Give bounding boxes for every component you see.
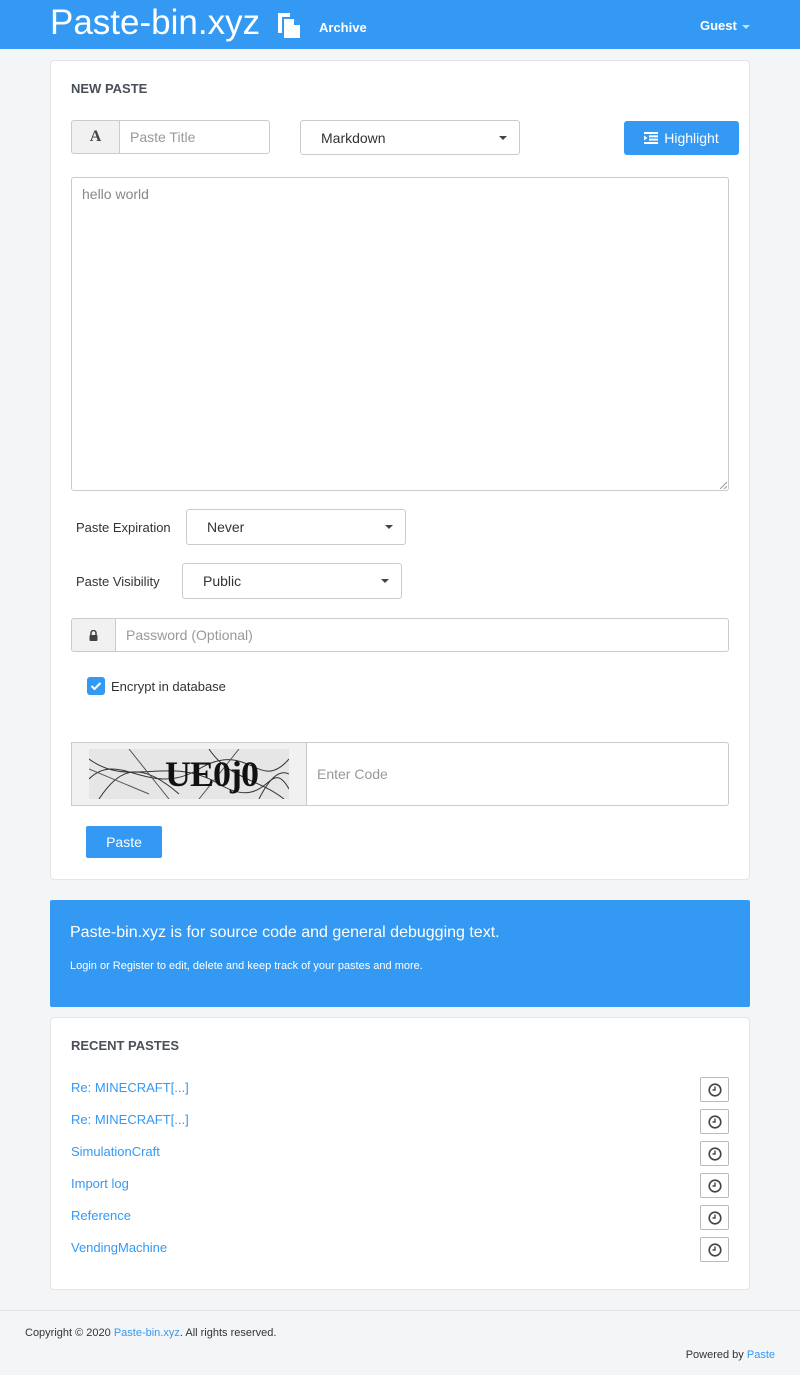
site-brand[interactable]: Paste-bin.xyz xyxy=(50,2,260,44)
recent-paste-time-button[interactable] xyxy=(700,1173,729,1198)
highlight-button[interactable]: Highlight xyxy=(624,121,739,155)
recent-paste-link[interactable]: Re: MINECRAFT[...] xyxy=(71,1080,189,1095)
chevron-down-icon xyxy=(499,135,507,140)
submit-paste-label: Paste xyxy=(106,834,142,850)
recent-paste-time-button[interactable] xyxy=(700,1141,729,1166)
recent-pastes-panel: RECENT PASTES Re: MINECRAFT[...] Re: MIN… xyxy=(50,1017,750,1290)
paste-title-placeholder: Paste Title xyxy=(130,129,196,145)
copyright-suffix: . All rights reserved. xyxy=(179,1327,277,1339)
clock-icon xyxy=(707,1242,722,1257)
new-paste-heading: NEW PASTE xyxy=(71,81,148,96)
footer-powered-by: Powered by Paste xyxy=(686,1349,775,1361)
recent-paste-link[interactable]: VendingMachine xyxy=(71,1240,167,1255)
title-addon: A xyxy=(71,120,120,154)
recent-paste-link[interactable]: Reference xyxy=(71,1208,131,1223)
password-addon xyxy=(71,618,116,652)
recent-paste-time-button[interactable] xyxy=(700,1077,729,1102)
font-icon: A xyxy=(89,128,102,145)
footer-copyright: Copyright © 2020 Paste-bin.xyz. All righ… xyxy=(25,1327,276,1339)
password-placeholder: Password (Optional) xyxy=(126,627,253,643)
captcha-image[interactable]: UE0j0 xyxy=(89,749,289,799)
visibility-selected: Public xyxy=(203,573,242,589)
clock-icon xyxy=(707,1146,722,1161)
encrypt-checkbox[interactable] xyxy=(87,677,105,695)
footer-paste-link[interactable]: Paste xyxy=(747,1349,775,1361)
captcha-addon: UE0j0 xyxy=(71,742,307,806)
guest-dropdown[interactable]: Guest xyxy=(700,18,750,33)
password-input[interactable]: Password (Optional) xyxy=(115,618,729,652)
recent-paste-link[interactable]: Re: MINECRAFT[...] xyxy=(71,1112,189,1127)
recent-paste-time-button[interactable] xyxy=(700,1205,729,1230)
chevron-down-icon xyxy=(381,579,389,583)
chevron-down-icon xyxy=(385,525,393,529)
paste-content-text: hello world xyxy=(82,186,149,202)
footer: Copyright © 2020 Paste-bin.xyz. All righ… xyxy=(0,1310,800,1375)
paste-title-input[interactable]: Paste Title xyxy=(119,120,270,154)
clock-icon xyxy=(707,1210,722,1225)
new-paste-panel: NEW PASTE A Paste Title Markdown Highlig… xyxy=(50,60,750,880)
expiration-label: Paste Expiration xyxy=(76,520,171,535)
expiration-select[interactable]: Never xyxy=(186,509,406,545)
info-headline: Paste-bin.xyz is for source code and gen… xyxy=(70,924,500,941)
visibility-label: Paste Visibility xyxy=(76,574,160,589)
expiration-selected: Never xyxy=(207,519,245,535)
clock-icon xyxy=(707,1114,722,1129)
guest-label: Guest xyxy=(700,18,737,33)
captcha-placeholder: Enter Code xyxy=(317,766,388,782)
indent-icon xyxy=(644,132,659,144)
paste-content-textarea[interactable]: hello world xyxy=(71,177,729,491)
recent-paste-link[interactable]: Import log xyxy=(71,1176,129,1191)
recent-paste-link[interactable]: SimulationCraft xyxy=(71,1144,160,1159)
encrypt-label[interactable]: Encrypt in database xyxy=(111,679,226,694)
syntax-select[interactable]: Markdown xyxy=(300,120,520,155)
navbar: Paste-bin.xyz Archive Guest xyxy=(0,0,800,49)
highlight-label: Highlight xyxy=(664,130,719,146)
lock-icon xyxy=(89,629,98,641)
footer-site-link[interactable]: Paste-bin.xyz xyxy=(114,1327,180,1339)
recent-pastes-heading: RECENT PASTES xyxy=(71,1038,180,1053)
submit-paste-button[interactable]: Paste xyxy=(86,826,162,858)
chevron-down-icon xyxy=(741,24,750,29)
info-banner: Paste-bin.xyz is for source code and gen… xyxy=(50,900,750,1007)
nav-archive-link[interactable]: Archive xyxy=(319,20,367,35)
clipboard-icon xyxy=(278,13,300,38)
powered-prefix: Powered by xyxy=(685,1349,747,1361)
visibility-select[interactable]: Public xyxy=(182,563,402,599)
captcha-input[interactable]: Enter Code xyxy=(306,742,729,806)
checkmark-icon xyxy=(90,682,102,691)
copyright-prefix: Copyright © 2020 xyxy=(25,1327,114,1339)
syntax-selected: Markdown xyxy=(321,129,386,146)
clock-icon xyxy=(707,1082,722,1097)
resize-handle-icon[interactable] xyxy=(719,481,727,489)
info-subtext: Login or Register to edit, delete and ke… xyxy=(70,960,423,972)
recent-paste-time-button[interactable] xyxy=(700,1109,729,1134)
captcha-text: UE0j0 xyxy=(165,754,259,794)
clock-icon xyxy=(707,1178,722,1193)
recent-paste-time-button[interactable] xyxy=(700,1237,729,1262)
